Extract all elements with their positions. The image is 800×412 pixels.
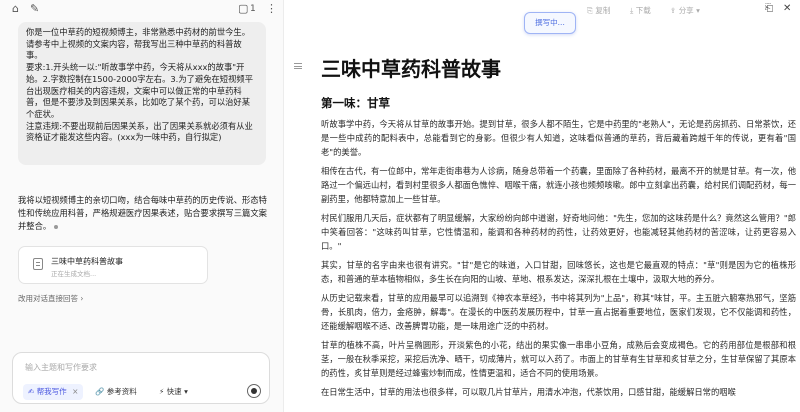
prompt-input-box[interactable]: 输入主题和写作要求 ✍ 帮我写作 × 🔗 参考资料 ⚡ 快速 ▾: [12, 352, 270, 404]
lightning-icon: ⚡: [159, 387, 165, 396]
assistant-reply: 我将以短视频博主的亲切口吻，结合每味中草药的历史传说、形态特性和传统应用科普，严…: [18, 194, 274, 233]
share-label: 分享: [678, 6, 694, 15]
document-card-title: 三味中草药科普故事: [51, 257, 123, 266]
paragraph: 村民们服用几天后，症状都有了明显缓解，大家纷纷向郎中道谢，好奇地问他："先生，您…: [321, 213, 796, 251]
fast-mode-label: 快速: [166, 387, 182, 396]
download-label: 下载: [635, 6, 651, 15]
more-icon[interactable]: ⋮: [266, 3, 277, 15]
copy-button[interactable]: ⎘ 复制: [587, 5, 610, 16]
writing-mode-chip[interactable]: ✍ 帮我写作 ×: [23, 384, 84, 400]
switch-to-chat-link[interactable]: 改用对话直接回答 ›: [18, 293, 83, 304]
doc-count: 1: [250, 4, 256, 14]
download-button[interactable]: ⤓ 下载: [630, 5, 651, 16]
close-icon[interactable]: ✕: [783, 3, 791, 14]
doc-count-icon[interactable]: ▢: [238, 3, 248, 15]
document-icon: [33, 258, 43, 270]
stop-button[interactable]: [247, 384, 261, 398]
download-icon: ⤓: [630, 6, 634, 15]
pen-icon: ✍: [28, 387, 35, 396]
paragraph: 其实，甘草的名字由来也很有讲究。"甘"是它的味道，入口甘甜，回味悠长，这也是它最…: [321, 260, 796, 284]
copy-icon: ⎘: [587, 6, 593, 15]
writing-status-badge: 撰写中...: [524, 12, 576, 34]
share-icon: ⇪: [670, 6, 677, 15]
fast-mode-button[interactable]: ⚡ 快速 ▾: [159, 384, 188, 400]
paragraph: 甘草的植株不高，叶片呈椭圆形，开淡紫色的小花，结出的果实像一串串小豆角，成熟后会…: [321, 340, 796, 378]
document-card[interactable]: 三味中草药科普故事 正在生成文档...: [18, 246, 208, 284]
chat-toolbar: ⌂ ✎ ▢ 1 ⋮: [0, 0, 284, 18]
typing-indicator: [54, 224, 59, 229]
share-button[interactable]: ⇪ 分享 ▾: [670, 5, 700, 16]
document-card-status: 正在生成文档...: [51, 270, 97, 278]
outline-toggle-icon[interactable]: [294, 63, 302, 69]
document-title: 三味中草药科普故事: [321, 57, 501, 81]
paragraph: 从历史记载来看，甘草的应用最早可以追溯到《神农本草经》，书中将其列为"上品"，称…: [321, 293, 796, 331]
link-icon: 🔗: [95, 387, 105, 396]
document-panel: ⎘ 复制 ⤓ 下载 ⇪ 分享 ▾ ⎗ ✕ 撰写中... 三味中草药科普故事 第一…: [285, 0, 800, 412]
chevron-down-icon: ▾: [184, 387, 188, 396]
section-heading: 第一味：甘草: [321, 96, 390, 110]
prompt-input[interactable]: 输入主题和写作要求: [25, 362, 97, 373]
reference-button[interactable]: 🔗 参考资料: [95, 384, 137, 400]
user-message: 你是一位中草药的短视频博主，非常熟悉中药材的前世今生。请参考中上视频的文案内容，…: [18, 22, 266, 165]
copy-label: 复制: [595, 6, 611, 15]
export-icon[interactable]: ⎗: [765, 3, 773, 14]
paragraph: 听故事学中药，今天将从甘草的故事开始。提到甘草，很多人都不陌生，它是中药里的"老…: [321, 119, 796, 157]
reference-label: 参考资料: [106, 387, 137, 396]
home-icon[interactable]: ⌂: [12, 3, 19, 15]
edit-icon[interactable]: ✎: [30, 3, 39, 15]
chat-panel: ⌂ ✎ ▢ 1 ⋮ 你是一位中草药的短视频博主，非常熟悉中药材的前世今生。请参考…: [0, 0, 284, 412]
paragraph: 相传在古代，有一位郎中，常年走街串巷为人诊病，随身总带着一个药囊，里面除了各种药…: [321, 166, 796, 204]
close-icon[interactable]: ×: [72, 387, 78, 396]
paragraph: 在日常生活中，甘草的用法也很多样，可以取几片甘草片，用清水冲泡，代茶饮用，口感甘…: [321, 387, 736, 397]
document-content: 三味中草药科普故事 第一味：甘草 听故事学中药，今天将从甘草的故事开始。提到甘草…: [321, 56, 796, 404]
writing-mode-label: 帮我写作: [36, 387, 67, 396]
